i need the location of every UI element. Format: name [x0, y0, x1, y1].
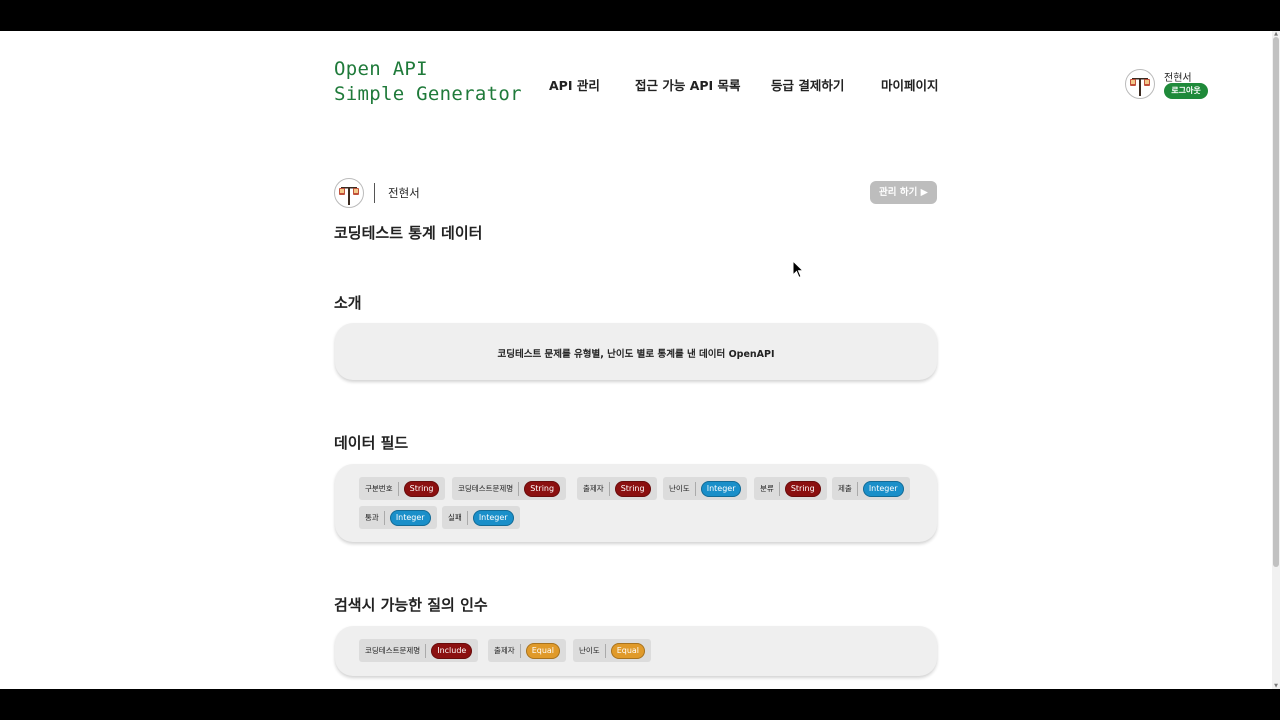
owner-avatar: [334, 178, 364, 208]
query-op-badge: Include: [431, 642, 473, 659]
field-chip: 제출 Integer: [832, 477, 910, 500]
field-chip: 분류 String: [754, 477, 827, 500]
lamp-avatar-icon: [1130, 78, 1150, 96]
intro-card: 코딩테스트 문제를 유형별, 난이도 별로 통계를 낸 데이터 OpenAPI: [335, 323, 937, 380]
query-op-badge: Equal: [525, 642, 561, 659]
scroll-down-icon[interactable]: ▼: [1272, 683, 1280, 689]
chip-separator: [608, 481, 610, 496]
browser-viewport: Open API Simple Generator API 관리 접근 가능 A…: [0, 31, 1280, 689]
field-name: 구분번호: [365, 484, 393, 493]
logout-button[interactable]: 로그아웃: [1164, 83, 1208, 99]
query-op-badge: Equal: [610, 642, 646, 659]
manage-button[interactable]: 관리 하기 ▶: [870, 181, 937, 204]
user-avatar[interactable]: [1125, 69, 1155, 99]
owner-name: 전현서: [388, 186, 420, 200]
nav-item-payment[interactable]: 등급 결제하기: [771, 75, 844, 94]
chip-separator: [778, 481, 780, 496]
fields-section-title: 데이터 필드: [334, 434, 409, 452]
query-field-name: 출제자: [494, 646, 515, 655]
intro-text: 코딩테스트 문제를 유형별, 난이도 별로 통계를 낸 데이터 OpenAPI: [497, 349, 775, 360]
field-name: 제출: [838, 484, 852, 493]
scrollbar-thumb[interactable]: [1273, 37, 1279, 567]
field-type-badge: String: [403, 480, 440, 497]
mouse-cursor-icon: [792, 260, 805, 279]
chip-separator: [694, 481, 696, 496]
chip-separator: [604, 643, 606, 658]
chip-separator: [518, 481, 520, 496]
user-menu: 전현서 로그아웃: [1125, 69, 1215, 101]
field-type-badge: Integer: [472, 509, 514, 526]
field-chip: 코딩테스트문제명 String: [452, 477, 567, 500]
field-type-badge: Integer: [862, 480, 904, 497]
field-type-badge: Integer: [700, 480, 742, 497]
field-name: 난이도: [669, 484, 690, 493]
query-chip: 난이도 Equal: [573, 639, 652, 662]
field-name: 통과: [365, 513, 379, 522]
api-owner-row: 전현서 관리 하기 ▶: [334, 178, 937, 208]
query-chip: 코딩테스트문제명 Include: [359, 639, 479, 662]
chip-separator: [856, 481, 858, 496]
query-field-name: 코딩테스트문제명: [365, 646, 421, 655]
main-nav: API 관리 접근 가능 API 목록 등급 결제하기 마이페이지: [0, 75, 1280, 95]
chip-separator: [466, 510, 468, 525]
field-type-badge: Integer: [389, 509, 431, 526]
intro-section-title: 소개: [334, 294, 362, 312]
chip-separator: [383, 510, 385, 525]
field-name: 실패: [448, 513, 462, 522]
field-chip: 난이도 Integer: [663, 477, 748, 500]
field-chip: 실패 Integer: [442, 506, 520, 529]
query-chip: 출제자 Equal: [488, 639, 567, 662]
queries-card: 코딩테스트문제명 Include 출제자 Equal 난이도 Equal: [335, 626, 937, 676]
user-name: 전현서: [1164, 73, 1192, 84]
fields-card: 구분번호 String 코딩테스트문제명 String 출제자 String 난…: [335, 464, 937, 542]
nav-item-accessible-api[interactable]: 접근 가능 API 목록: [635, 75, 741, 94]
field-name: 분류: [760, 484, 774, 493]
field-chip: 구분번호 String: [359, 477, 446, 500]
chip-separator: [425, 643, 427, 658]
chip-separator: [519, 643, 521, 658]
field-type-badge: String: [614, 480, 651, 497]
lamp-avatar-icon: [339, 187, 359, 205]
query-field-name: 난이도: [579, 646, 600, 655]
owner-divider: [374, 183, 375, 203]
field-name: 코딩테스트문제명: [458, 484, 514, 493]
nav-item-mypage[interactable]: 마이페이지: [881, 75, 939, 94]
api-title: 코딩테스트 통계 데이터: [334, 224, 483, 242]
queries-section-title: 검색시 가능한 질의 인수: [334, 596, 488, 614]
field-type-badge: String: [524, 480, 561, 497]
nav-item-api-manage[interactable]: API 관리: [549, 75, 600, 94]
field-type-badge: String: [784, 480, 821, 497]
chip-separator: [397, 481, 399, 496]
field-name: 출제자: [583, 484, 604, 493]
field-chip: 출제자 String: [577, 477, 657, 500]
field-chip: 통과 Integer: [359, 506, 437, 529]
vertical-scrollbar[interactable]: ▲ ▼: [1272, 31, 1280, 689]
